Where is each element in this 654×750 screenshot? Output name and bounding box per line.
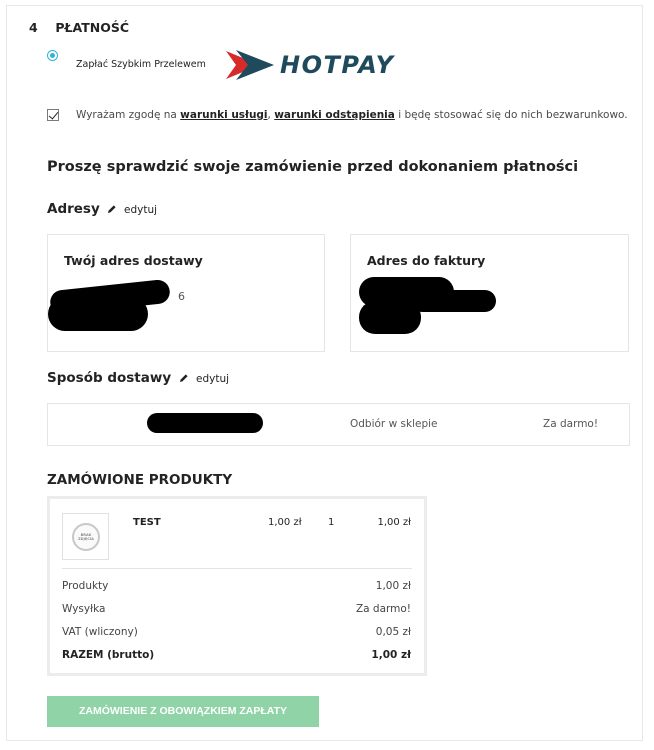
summary-total-value: 1,00 zł xyxy=(371,649,411,661)
summary-shipping-value: Za darmo! xyxy=(355,603,411,615)
terms-consent-text: Wyrażam zgodę na warunki usługi, warunki… xyxy=(76,109,628,121)
shipping-edit-label: edytuj xyxy=(196,373,230,385)
order-summary-box: BRAK ZDJĘCIA TEST 1,00 zł 1 1,00 zł Prod… xyxy=(47,496,427,676)
invoice-address-box: Adres do faktury xyxy=(350,234,629,352)
summary-vat-label: VAT (wliczony) xyxy=(62,626,138,638)
review-heading: Proszę sprawdzić swoje zamówienie przed … xyxy=(47,159,579,175)
withdrawal-terms-link[interactable]: warunki odstąpienia xyxy=(274,109,395,121)
consent-prefix: Wyrażam zgodę na xyxy=(76,109,181,121)
summary-vat-value: 0,05 zł xyxy=(375,626,411,638)
redacted-area xyxy=(48,297,148,331)
pencil-icon xyxy=(180,374,188,382)
summary-divider xyxy=(62,568,412,569)
hotpay-wordmark: HOTPAY xyxy=(280,51,395,79)
product-unit-price: 1,00 zł xyxy=(268,517,302,528)
ordered-products-heading: ZAMÓWIONE PRODUKTY xyxy=(47,472,233,488)
shipping-price: Za darmo! xyxy=(543,418,599,430)
summary-products-value: 1,00 zł xyxy=(375,580,411,592)
redacted-area xyxy=(411,290,496,312)
placeholder-text: BRAK ZDJĘCIA xyxy=(78,533,94,541)
place-order-button[interactable]: ZAMÓWIENIE Z OBOWIĄZKIEM ZAPŁATY xyxy=(47,696,319,727)
step-heading[interactable]: 4 PŁATNOŚĆ xyxy=(29,20,129,35)
consent-suffix: i będę stosować się do nich bezwarunkowo… xyxy=(394,109,628,121)
shipping-method-row: Odbiór w sklepie Za darmo! xyxy=(47,403,630,446)
shipping-method-name: Odbiór w sklepie xyxy=(350,418,438,430)
invoice-address-title: Adres do faktury xyxy=(367,253,486,268)
delivery-address-box: Twój adres dostawy 6 xyxy=(47,234,325,352)
redacted-area xyxy=(359,301,421,334)
redacted-carrier-name xyxy=(147,413,263,433)
no-image-placeholder-icon: BRAK ZDJĘCIA xyxy=(72,523,100,551)
addresses-heading: Adresy xyxy=(47,201,100,217)
terms-checkbox[interactable] xyxy=(47,109,59,121)
step-number: 4 xyxy=(29,20,38,35)
step-title: PŁATNOŚĆ xyxy=(55,20,130,35)
summary-shipping-label: Wysyłka xyxy=(62,603,106,615)
shipping-edit-link[interactable]: edytuj xyxy=(179,373,229,385)
pencil-icon xyxy=(108,205,116,213)
product-total: 1,00 zł xyxy=(377,517,411,528)
shipping-heading: Sposób dostawy xyxy=(47,370,172,386)
payment-option-radio[interactable] xyxy=(47,50,58,61)
delivery-address-fragment: 6 xyxy=(178,290,185,303)
summary-total-label: RAZEM (brutto) xyxy=(62,649,155,661)
summary-products-label: Produkty xyxy=(62,580,109,592)
delivery-address-title: Twój adres dostawy xyxy=(64,253,203,268)
terms-of-service-link[interactable]: warunki usługi xyxy=(180,109,267,121)
product-name[interactable]: TEST xyxy=(133,517,161,528)
addresses-edit-link[interactable]: edytuj xyxy=(107,204,157,216)
product-thumbnail[interactable]: BRAK ZDJĘCIA xyxy=(62,513,109,560)
addresses-edit-label: edytuj xyxy=(124,204,158,216)
product-quantity: 1 xyxy=(328,517,335,528)
payment-option-label[interactable]: Zapłać Szybkim Przelewem xyxy=(76,59,206,70)
